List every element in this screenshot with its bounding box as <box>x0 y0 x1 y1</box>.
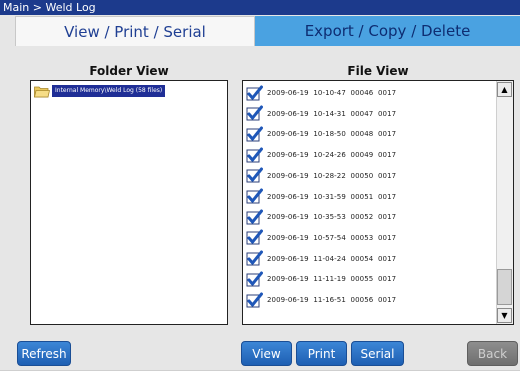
checkbox-checked-icon[interactable] <box>246 292 263 309</box>
file-row[interactable]: 2009-06-19 11-04-24 00054 0017 <box>246 249 396 269</box>
file-row[interactable]: 2009-06-19 10-28-22 00050 0017 <box>246 166 396 186</box>
file-name: 2009-06-19 11-16-51 00056 0017 <box>267 296 397 304</box>
file-row[interactable]: 2009-06-19 10-18-50 00048 0017 <box>246 124 396 144</box>
folder-item-weld-log[interactable]: Internal Memory\Weld Log (58 files) <box>34 84 166 98</box>
file-name: 2009-06-19 10-18-50 00048 0017 <box>267 130 397 139</box>
view-button[interactable]: View <box>241 341 292 366</box>
checkbox-checked-icon[interactable] <box>246 126 263 143</box>
print-button[interactable]: Print <box>296 341 347 366</box>
file-row[interactable]: 2009-06-19 10-24-26 00049 0017 <box>246 145 396 165</box>
checkbox-checked-icon[interactable] <box>246 250 263 267</box>
file-row[interactable]: 2009-06-19 10-14-31 00047 0017 <box>246 104 396 124</box>
checkbox-checked-icon[interactable] <box>246 271 263 288</box>
file-name: 2009-06-19 10-10-47 00046 0017 <box>267 89 397 97</box>
scroll-thumb[interactable] <box>497 269 512 305</box>
checkbox-checked-icon[interactable] <box>246 167 263 184</box>
scroll-up-button[interactable]: ▲ <box>497 82 512 97</box>
checkbox-checked-icon[interactable] <box>246 188 263 205</box>
file-name: 2009-06-19 10-35-53 00052 0017 <box>267 213 397 222</box>
file-name: 2009-06-19 11-11-19 00055 0017 <box>267 275 397 284</box>
divider <box>0 370 520 371</box>
breadcrumb-title: Main > Weld Log <box>0 0 520 15</box>
folder-icon <box>34 86 50 97</box>
file-view-title: File View <box>347 64 409 78</box>
file-row[interactable]: 2009-06-19 10-31-59 00051 0017 <box>246 187 396 207</box>
checkbox-checked-icon[interactable] <box>246 147 263 164</box>
folder-view-title: Folder View <box>89 64 169 78</box>
file-name: 2009-06-19 10-31-59 00051 0017 <box>267 192 397 201</box>
file-row[interactable]: 2009-06-19 10-57-54 00053 0017 <box>246 228 396 248</box>
file-list-scrollbar[interactable]: ▲ ▼ <box>496 81 513 324</box>
file-name: 2009-06-19 10-28-22 00050 0017 <box>267 171 397 180</box>
scroll-down-button[interactable]: ▼ <box>497 308 512 323</box>
checkbox-checked-icon[interactable] <box>246 105 263 122</box>
file-row[interactable]: 2009-06-19 11-11-19 00055 0017 <box>246 269 396 289</box>
file-name: 2009-06-19 10-57-54 00053 0017 <box>267 233 397 242</box>
checkbox-checked-icon[interactable] <box>246 229 263 246</box>
file-row[interactable]: 2009-06-19 10-35-53 00052 0017 <box>246 207 396 227</box>
tab-view-print-serial[interactable]: View / Print / Serial <box>15 16 255 46</box>
refresh-button[interactable]: Refresh <box>17 341 71 366</box>
folder-view-panel: Internal Memory\Weld Log (58 files) <box>30 80 228 325</box>
file-name: 2009-06-19 10-24-26 00049 0017 <box>267 151 397 160</box>
checkbox-checked-icon[interactable] <box>246 85 263 102</box>
file-row[interactable]: 2009-06-19 11-16-51 00056 0017 <box>246 290 396 310</box>
file-name: 2009-06-19 11-04-24 00054 0017 <box>267 254 397 263</box>
file-row[interactable]: 2009-06-19 10-10-47 00046 0017 <box>246 83 396 103</box>
serial-button[interactable]: Serial <box>351 341 404 366</box>
folder-item-label: Internal Memory\Weld Log (58 files) <box>52 85 166 97</box>
back-button[interactable]: Back <box>467 341 518 366</box>
file-name: 2009-06-19 10-14-31 00047 0017 <box>267 109 397 118</box>
file-view-panel: 2009-06-19 10-10-47 00046 0017 2009-06-19… <box>242 80 514 325</box>
checkbox-checked-icon[interactable] <box>246 209 263 226</box>
tab-export-copy-delete[interactable]: Export / Copy / Delete <box>255 16 520 46</box>
